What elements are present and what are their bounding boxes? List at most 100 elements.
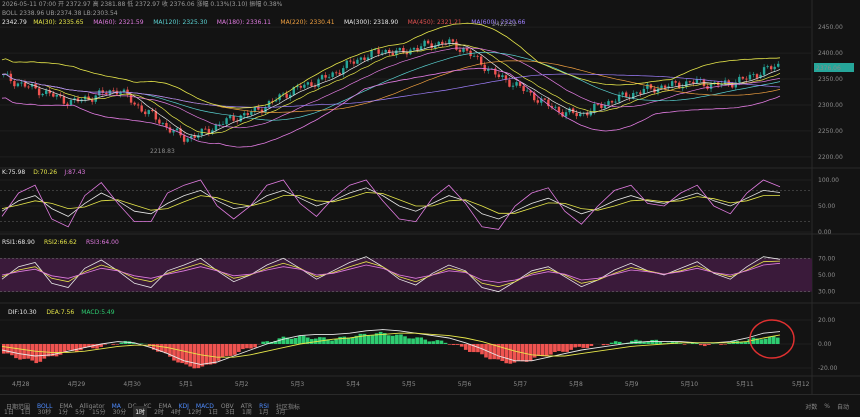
macd-bar (26, 344, 30, 359)
candle-body (349, 61, 351, 62)
candle-body (575, 113, 577, 116)
candle-body (303, 85, 305, 88)
rsi-tick-2: 30.00 (818, 289, 835, 296)
candle-body (229, 116, 231, 118)
candle-body (664, 86, 666, 88)
kdj-tick-1: 50.00 (818, 203, 835, 210)
ma-header: 2342.79MA(30): 2335.65MA(60): 2321.59MA(… (2, 19, 526, 26)
candle-body (756, 74, 758, 78)
timeframe-12[interactable]: 3日 (225, 407, 235, 416)
timeframe-3[interactable]: 1分 (58, 407, 68, 416)
price-tick-4: 2250.00 (818, 128, 843, 135)
macd-bar (561, 344, 565, 352)
macd-bar (525, 344, 529, 362)
price-tick-2: 2350.00 (818, 76, 843, 83)
candle-body (17, 83, 19, 86)
macd-bar (18, 344, 22, 360)
price-plot (2, 23, 780, 147)
timeframe-5[interactable]: 15分 (92, 407, 106, 416)
macd-bar (577, 344, 581, 347)
macd-bar (346, 338, 350, 344)
macd-bar (606, 344, 610, 345)
current-price-text: 2376.06 (816, 65, 841, 72)
timeframe-1[interactable]: 1日 (21, 407, 31, 416)
kdj-legend-2: J:87.43 (63, 169, 85, 176)
kdj-tick-0: 100.00 (818, 177, 839, 184)
macd-bar (415, 337, 419, 344)
candle-body (307, 82, 309, 84)
macd-bar (537, 344, 541, 356)
x-tick-2: 4月30 (123, 381, 141, 388)
macd-bar (225, 344, 229, 356)
macd-bar (237, 344, 241, 352)
candle-body (222, 124, 224, 125)
ma-legend-6: MA(300): 2318.90 (344, 19, 398, 26)
candle-body (473, 56, 475, 57)
candle-body (144, 112, 146, 115)
candle-body (91, 100, 93, 102)
candle-body (579, 114, 581, 116)
macd-bar (610, 343, 614, 344)
macd-bar (492, 344, 496, 359)
candle-body (392, 53, 394, 55)
macd-bar (249, 344, 253, 349)
timeframe-0[interactable]: 1日 (4, 407, 14, 416)
macd-bar (509, 344, 513, 364)
timeframe-2[interactable]: 30秒 (38, 407, 52, 416)
timeframe-11[interactable]: 1日 (208, 407, 218, 416)
candle-body (745, 79, 747, 80)
ma-line-3 (2, 52, 780, 120)
timeframe-15[interactable]: 3月 (276, 407, 286, 416)
timeframe-14[interactable]: 1月 (259, 407, 269, 416)
macd-bar (565, 344, 569, 352)
macd-legend-2: MACD:5.49 (81, 309, 115, 316)
macd-bar (395, 335, 399, 344)
candle-body (63, 96, 65, 103)
timeframe-7[interactable]: 1时 (133, 406, 147, 417)
timeframe-9[interactable]: 4时 (171, 407, 181, 416)
candle-body (674, 81, 676, 82)
macd-bar (253, 344, 257, 347)
macd-bar (419, 337, 423, 344)
candle-body (204, 129, 206, 130)
x-tick-4: 5月2 (235, 381, 249, 388)
x-tick-7: 5月5 (402, 381, 416, 388)
macd-bar (10, 344, 14, 355)
candle-body (526, 91, 528, 92)
macd-bar (22, 344, 26, 359)
timeframe-10[interactable]: 12时 (188, 407, 202, 416)
candle-body (151, 110, 153, 111)
macd-bar (34, 344, 38, 363)
candle-body (335, 72, 337, 73)
timeframe-6[interactable]: 30分 (113, 407, 127, 416)
macd-bar (176, 344, 180, 362)
macd-bar (229, 344, 233, 356)
macd-bar (350, 338, 354, 344)
candle-body (218, 124, 220, 125)
macd-bar (342, 337, 346, 344)
macd-bar (500, 344, 504, 361)
timeframe-13[interactable]: 1周 (242, 407, 252, 416)
kdj-line-J (2, 180, 780, 229)
timeframe-8[interactable]: 2时 (154, 407, 164, 416)
candle-body (56, 95, 58, 97)
candle-body (194, 136, 196, 138)
chart-canvas[interactable]: 2026-05-11 07:00 开 2372.97 高 2381.88 低 2… (0, 0, 860, 416)
macd-bar (440, 341, 444, 344)
x-tick-3: 5月1 (179, 381, 193, 388)
candle-body (331, 72, 333, 76)
candle-body (285, 94, 287, 98)
candle-body (689, 81, 691, 82)
timeframe-4[interactable]: 5分 (75, 407, 85, 416)
candle-body (225, 118, 227, 124)
ma-legend-0: 2342.79 (2, 19, 27, 26)
macd-bar (768, 337, 772, 344)
candle-body (356, 60, 358, 64)
macd-plot (2, 330, 780, 369)
rsi-tick-0: 70.00 (818, 255, 835, 262)
candle-body (130, 95, 132, 103)
candle-body (360, 58, 362, 60)
x-tick-5: 5月3 (291, 381, 305, 388)
candle-body (363, 58, 365, 60)
macd-bar (541, 344, 545, 356)
